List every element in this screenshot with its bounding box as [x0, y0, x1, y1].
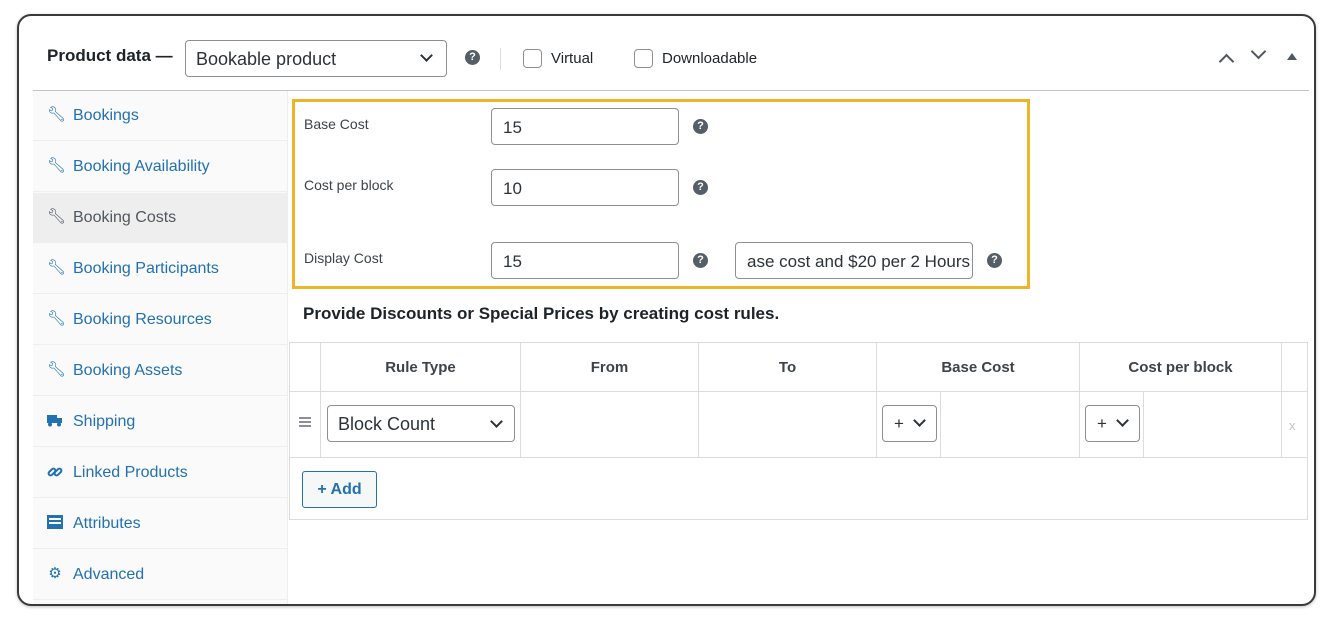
display-cost-label: Display Cost [304, 250, 383, 266]
chevron-down-icon [1116, 414, 1129, 427]
chevron-down-icon [420, 49, 433, 62]
column-header-from: From [521, 343, 699, 391]
column-header-to: To [699, 343, 877, 391]
rule-type-select[interactable]: Block Count [327, 405, 515, 442]
sidebar-item-booking-assets[interactable]: 🔧︎ Booking Assets [33, 346, 288, 396]
truck-icon [47, 413, 63, 429]
cost-rules-table: Rule Type From To Base Cost Cost per blo… [289, 342, 1308, 520]
help-icon[interactable]: ? [693, 180, 708, 195]
product-data-title: Product data — [47, 46, 173, 65]
sidebar-item-attributes[interactable]: Attributes [33, 499, 288, 549]
base-cost-modifier-value: + [894, 414, 904, 433]
wrench-icon: 🔧︎ [47, 259, 67, 276]
product-data-panel: Product data — Bookable product ? Virtua… [17, 14, 1316, 606]
sidebar-item-bookings[interactable]: 🔧︎ Bookings [33, 91, 288, 141]
remove-rule-button[interactable]: x [1289, 418, 1296, 433]
product-type-value: Bookable product [196, 49, 337, 69]
sidebar-item-label: Bookings [73, 107, 139, 124]
display-cost-text-input[interactable]: ase cost and $20 per 2 Hours [735, 242, 973, 279]
sidebar-item-booking-participants[interactable]: 🔧︎ Booking Participants [33, 244, 288, 294]
help-icon[interactable]: ? [987, 253, 1002, 268]
help-icon[interactable]: ? [693, 119, 708, 134]
base-cost-label: Base Cost [304, 116, 369, 132]
column-header-cost-per-block: Cost per block [1080, 343, 1282, 391]
virtual-label: Virtual [551, 50, 594, 67]
chevron-down-icon [913, 414, 926, 427]
sidebar-item-label: Booking Assets [73, 362, 183, 379]
column-header-rule-type: Rule Type [321, 343, 521, 391]
sidebar-item-label: Booking Availability [73, 158, 210, 175]
sidebar-item-booking-costs[interactable]: 🔧︎ Booking Costs [33, 193, 288, 243]
sidebar-item-label: Booking Costs [73, 209, 177, 226]
cost-per-block-input[interactable]: 10 [491, 169, 679, 206]
rule-type-value: Block Count [338, 414, 436, 434]
cost-rules-note: Provide Discounts or Special Prices by c… [303, 304, 780, 323]
collapse-toggle-icon[interactable] [1287, 53, 1297, 60]
sidebar-item-booking-resources[interactable]: 🔧︎ Booking Resources [33, 295, 288, 345]
move-down-icon[interactable] [1250, 43, 1267, 60]
wrench-icon: 🔧︎ [47, 157, 67, 174]
add-rule-button[interactable]: + Add [302, 471, 377, 508]
display-cost-input[interactable]: 15 [491, 242, 679, 279]
body-row-divider [290, 457, 1307, 458]
sidebar-item-label: Booking Participants [73, 260, 219, 277]
base-cost-modifier-select[interactable]: + [882, 405, 937, 442]
block-cost-modifier-value: + [1097, 414, 1107, 433]
list-icon [47, 515, 63, 531]
sidebar-item-advanced[interactable]: ⚙ Advanced [33, 550, 288, 600]
link-icon [47, 464, 63, 480]
sidebar-item-label: Linked Products [73, 464, 188, 481]
sidebar-item-linked-products[interactable]: Linked Products [33, 448, 288, 498]
drag-handle-icon[interactable] [299, 417, 311, 427]
product-type-select[interactable]: Bookable product [185, 40, 447, 77]
product-data-tabs: 🔧︎ Bookings 🔧︎ Booking Availability 🔧︎ B… [33, 91, 288, 604]
column-header-base-cost: Base Cost [877, 343, 1080, 391]
base-cost-cell[interactable] [941, 391, 1080, 457]
chevron-down-icon [490, 415, 503, 428]
wrench-icon: 🔧︎ [47, 310, 67, 327]
base-cost-input[interactable]: 15 [491, 108, 679, 145]
virtual-checkbox[interactable] [523, 49, 542, 68]
wrench-icon: 🔧︎ [47, 106, 67, 123]
sidebar-item-label: Booking Resources [73, 311, 212, 328]
header-divider [500, 48, 501, 70]
downloadable-label: Downloadable [662, 50, 758, 67]
help-icon[interactable]: ? [465, 50, 480, 65]
help-icon[interactable]: ? [693, 253, 708, 268]
from-cell[interactable] [521, 391, 699, 457]
move-up-icon[interactable] [1218, 53, 1235, 70]
sidebar-item-label: Shipping [73, 413, 136, 430]
drag-column-header [290, 343, 321, 391]
cost-per-block-label: Cost per block [304, 177, 394, 193]
block-cost-cell[interactable] [1144, 391, 1282, 457]
wrench-icon: 🔧︎ [47, 208, 67, 225]
block-cost-modifier-select[interactable]: + [1085, 405, 1140, 442]
to-cell[interactable] [699, 391, 877, 457]
sidebar-item-shipping[interactable]: Shipping [33, 397, 288, 447]
sidebar-item-label: Attributes [73, 515, 141, 532]
sidebar-item-label: Advanced [73, 566, 145, 583]
gear-icon: ⚙ [48, 565, 62, 582]
wrench-icon: 🔧︎ [47, 361, 67, 378]
sidebar-item-booking-availability[interactable]: 🔧︎ Booking Availability [33, 142, 288, 192]
downloadable-checkbox[interactable] [634, 49, 653, 68]
product-data-header: Product data — Bookable product ? Virtua… [19, 16, 1314, 92]
